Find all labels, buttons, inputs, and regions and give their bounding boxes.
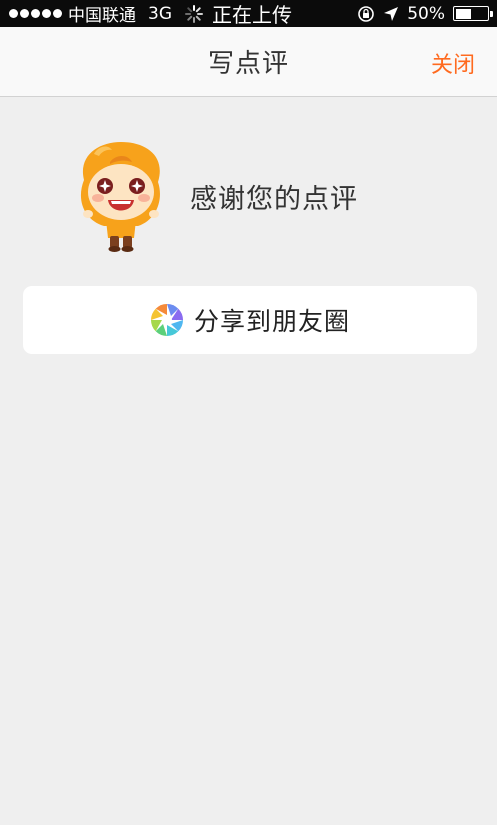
status-bar: 中国联通 3G 正在上传 50% [0, 0, 497, 27]
battery-percent: 50% [407, 3, 445, 24]
carrier-label: 中国联通 [68, 6, 136, 26]
mascot-character [80, 142, 160, 252]
close-button[interactable]: 关闭 [431, 47, 475, 79]
moments-icon [150, 304, 183, 336]
activity-spinner-icon [185, 4, 203, 23]
signal-icon [9, 9, 62, 18]
network-type-label: 3G [148, 3, 172, 24]
navigation-bar: 写点评 关闭 [0, 27, 497, 97]
thanks-message: 感谢您的点评 [72, 140, 358, 252]
battery-level [455, 8, 471, 19]
page-title: 写点评 [207, 49, 289, 79]
battery-icon [453, 6, 493, 21]
activity-status-text: 正在上传 [212, 3, 292, 27]
rotation-lock-icon [358, 5, 375, 22]
share-label: 分享到朋友圈 [193, 307, 350, 336]
thanks-text: 感谢您的点评 [190, 183, 358, 215]
location-arrow-icon [384, 6, 399, 21]
share-to-moments-button[interactable]: 分享到朋友圈 [23, 286, 477, 354]
